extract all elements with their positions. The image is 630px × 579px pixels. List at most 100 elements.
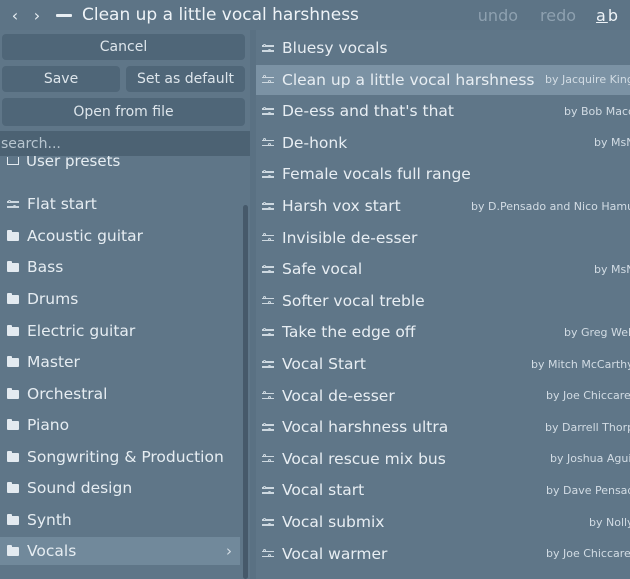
folder-icon: [7, 513, 19, 525]
category-label: Bass: [27, 258, 64, 276]
preset-name: Vocal rescue mix bus: [282, 449, 446, 468]
preset-name: Vocal submix: [282, 513, 385, 531]
category-item[interactable]: Acoustic guitar: [0, 222, 242, 250]
preset-item[interactable]: Clean up a little vocal harshness by Jacq…: [256, 64, 630, 95]
sliders-icon: [262, 201, 274, 211]
compare-b-button[interactable]: b: [608, 6, 620, 25]
sliders-icon: [262, 43, 274, 53]
category-item[interactable]: Electric guitar: [0, 317, 242, 345]
preset-author: by MsN: [594, 136, 630, 150]
category-icon-wrap: [6, 260, 20, 272]
category-label: Electric guitar: [27, 322, 136, 340]
menu-icon[interactable]: [56, 13, 72, 17]
sliders-icon: [7, 199, 19, 209]
category-icon-wrap: [6, 387, 20, 399]
category-label: Master: [27, 353, 80, 371]
preset-icon-wrap: [262, 549, 276, 559]
back-arrow-icon[interactable]: ‹: [4, 0, 26, 30]
preset-name: Take the edge off: [282, 323, 416, 342]
preset-icon-wrap: [262, 138, 276, 148]
category-item[interactable]: Sound design: [0, 474, 242, 502]
save-button[interactable]: Save: [2, 66, 120, 92]
preset-item[interactable]: Take the edge off by Greg Well: [256, 317, 630, 347]
category-icon-wrap: [6, 292, 20, 304]
sliders-icon: [262, 75, 274, 85]
redo-button[interactable]: redo: [540, 6, 576, 25]
cancel-button[interactable]: Cancel: [2, 34, 245, 60]
folder-icon: [7, 481, 19, 493]
search-input[interactable]: [0, 131, 250, 156]
category-item[interactable]: Drums: [0, 285, 242, 313]
category-item[interactable]: Bass: [0, 253, 242, 281]
preset-item[interactable]: Bluesy vocals: [256, 33, 630, 63]
preset-icon-wrap: [262, 391, 276, 401]
sliders-icon: [262, 264, 274, 274]
preset-author: by Joe Chiccarel: [546, 547, 630, 561]
open-from-file-button[interactable]: Open from file: [2, 98, 245, 126]
preset-item[interactable]: Vocal Start by Mitch McCarthy: [256, 349, 630, 379]
preset-item[interactable]: Vocal start by Dave Pensad: [256, 475, 630, 505]
preset-item[interactable]: Safe vocal by MsN: [256, 254, 630, 284]
preset-icon-wrap: [262, 454, 276, 464]
folder-icon: [7, 450, 19, 462]
preset-name: Vocal Start: [282, 355, 367, 373]
category-icon-wrap: [6, 513, 20, 525]
preset-author: by Joshua Aguil: [550, 452, 630, 466]
tray-icon: [7, 157, 19, 165]
category-item[interactable]: Master: [0, 348, 242, 376]
preset-title[interactable]: Clean up a little vocal harshness: [82, 5, 478, 25]
preset-name: Vocal de-esser: [282, 386, 395, 405]
sliders-icon: [262, 549, 274, 559]
category-label: Songwriting & Production: [27, 448, 224, 466]
compare-a-button[interactable]: a: [596, 6, 608, 25]
preset-item[interactable]: Female vocals full range: [256, 159, 630, 189]
category-item[interactable]: Vocals ›: [0, 537, 240, 565]
sliders-icon: [262, 422, 274, 432]
preset-icon-wrap: [262, 43, 276, 53]
preset-item[interactable]: Vocal harshness ultra by Darrell Thorp: [256, 412, 630, 442]
undo-button[interactable]: undo: [478, 6, 518, 25]
folder-icon: [7, 387, 19, 399]
category-item[interactable]: Songwriting & Production: [0, 443, 242, 471]
preset-icon-wrap: [262, 359, 276, 369]
top-bar: ‹ › Clean up a little vocal harshness un…: [0, 0, 630, 30]
preset-name: Safe vocal: [282, 260, 363, 279]
category-item[interactable]: Flat start: [0, 190, 242, 218]
preset-name: Softer vocal treble: [282, 291, 425, 310]
preset-item[interactable]: Vocal warmer by Joe Chiccarel: [256, 539, 630, 569]
sliders-icon: [262, 233, 274, 243]
preset-name: Harsh vox start: [282, 197, 401, 215]
forward-arrow-icon[interactable]: ›: [26, 0, 48, 30]
preset-icon-wrap: [262, 485, 276, 495]
set-as-default-button[interactable]: Set as default: [126, 66, 245, 92]
sliders-icon: [262, 169, 274, 179]
category-item[interactable]: Synth: [0, 506, 242, 534]
left-scrollbar[interactable]: [243, 205, 248, 579]
preset-item[interactable]: Invisible de-esser: [256, 223, 630, 253]
sliders-icon: [262, 485, 274, 495]
category-label: Sound design: [27, 479, 133, 497]
category-icon-wrap: [6, 355, 20, 367]
folder-icon: [7, 418, 19, 430]
preset-item[interactable]: De-honk by MsN: [256, 128, 630, 158]
category-icon-wrap: [6, 199, 20, 209]
preset-item[interactable]: Vocal rescue mix bus by Joshua Aguil: [256, 444, 630, 474]
preset-item[interactable]: Vocal submix by Nolly: [256, 507, 630, 537]
category-item[interactable]: Orchestral: [0, 380, 242, 408]
sliders-icon: [262, 391, 274, 401]
chevron-right-icon: ›: [226, 542, 232, 560]
preset-author: by Mitch McCarthy: [531, 357, 630, 371]
preset-icon-wrap: [262, 201, 276, 211]
preset-item[interactable]: De-ess and that's that by Bob Macc: [256, 96, 630, 126]
sliders-icon: [262, 327, 274, 337]
category-icon-wrap: [6, 450, 20, 462]
sliders-icon: [262, 454, 274, 464]
preset-name: Female vocals full range: [282, 165, 471, 184]
preset-item[interactable]: Harsh vox start by D.Pensado and Nico Ham…: [256, 191, 630, 221]
folder-icon: [7, 260, 19, 272]
category-item[interactable]: Piano: [0, 411, 242, 439]
preset-icon-wrap: [262, 296, 276, 306]
preset-item[interactable]: Softer vocal treble: [256, 286, 630, 316]
preset-item[interactable]: Vocal de-esser by Joe Chiccarel: [256, 381, 630, 411]
preset-icon-wrap: [262, 75, 276, 85]
